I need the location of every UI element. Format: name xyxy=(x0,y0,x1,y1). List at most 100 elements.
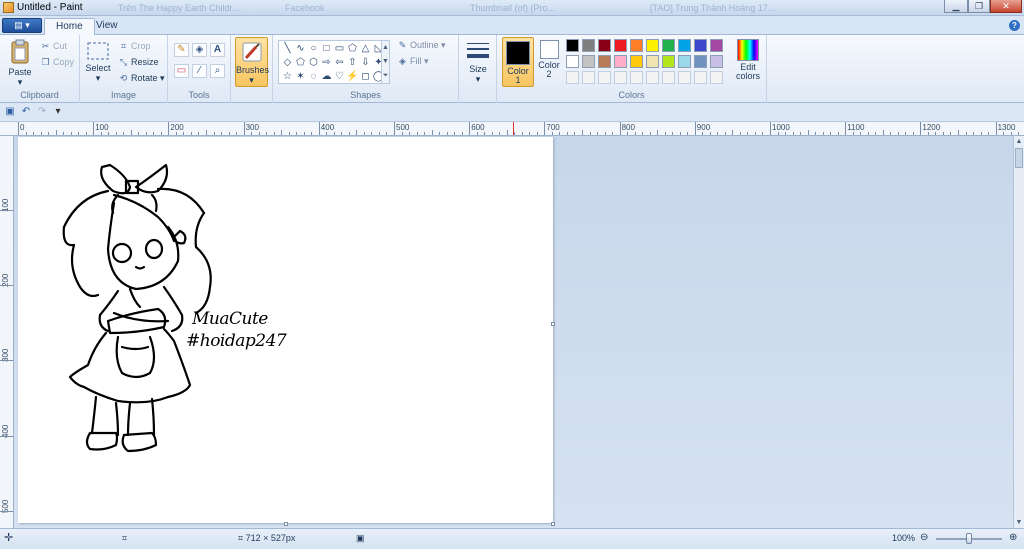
zoom-slider[interactable] xyxy=(936,533,1002,544)
color-swatch[interactable] xyxy=(566,71,579,84)
color-swatch[interactable] xyxy=(630,55,643,68)
color-swatch[interactable] xyxy=(598,39,611,52)
color-swatch[interactable] xyxy=(678,55,691,68)
color-2-button[interactable]: Color 2 xyxy=(535,40,563,79)
scroll-down-icon[interactable]: ▼ xyxy=(1014,517,1024,528)
shape-option[interactable]: ⇨ xyxy=(320,57,333,69)
shape-option[interactable]: ⬠ xyxy=(346,43,359,55)
scroll-up-icon[interactable]: ▲ xyxy=(1014,136,1024,147)
color-swatch[interactable] xyxy=(614,39,627,52)
color-1-button[interactable]: Color 1 xyxy=(502,37,534,87)
text-icon[interactable]: A xyxy=(210,43,225,57)
shape-option[interactable]: ○ xyxy=(307,43,320,55)
tab-view[interactable]: View xyxy=(85,18,129,35)
brushes-button[interactable]: Brushes ▾ xyxy=(235,37,269,87)
eraser-icon[interactable]: ▭ xyxy=(174,64,189,78)
shape-option[interactable]: ✶ xyxy=(294,71,307,83)
color-swatch[interactable] xyxy=(630,39,643,52)
shape-option[interactable]: ◌ xyxy=(307,71,320,83)
help-icon[interactable]: ? xyxy=(1009,20,1020,31)
fill-icon[interactable]: ◈ xyxy=(192,43,207,57)
color-swatch[interactable] xyxy=(566,39,579,52)
color-swatch[interactable] xyxy=(678,39,691,52)
shape-option[interactable]: ⬠ xyxy=(294,57,307,69)
canvas-resize-handle-corner[interactable] xyxy=(551,522,555,526)
shapes-gallery-scroll[interactable]: ▲ ▼ ⏷ xyxy=(381,41,389,83)
color-swatch[interactable] xyxy=(614,71,627,84)
paste-button[interactable]: Paste ▾ xyxy=(4,39,36,88)
minimize-button[interactable]: ▁ xyxy=(944,0,968,13)
rotate-button[interactable]: ⟲ Rotate ▾ xyxy=(118,73,165,84)
color-swatch[interactable] xyxy=(646,39,659,52)
shape-option[interactable]: □ xyxy=(320,43,333,55)
shape-option[interactable]: ◇ xyxy=(281,57,294,69)
size-button[interactable]: Size ▾ xyxy=(463,40,493,85)
color-swatch[interactable] xyxy=(662,55,675,68)
shape-option[interactable]: ╲ xyxy=(281,43,294,55)
zoom-out-icon[interactable]: ⊖ xyxy=(920,532,928,543)
undo-icon[interactable]: ↶ xyxy=(20,106,32,118)
redo-icon[interactable]: ↷ xyxy=(36,106,48,118)
shape-option[interactable]: ♡ xyxy=(333,71,346,83)
color-swatch[interactable] xyxy=(694,55,707,68)
color-swatch[interactable] xyxy=(630,71,643,84)
scroll-thumb[interactable] xyxy=(1015,148,1023,168)
color-swatch[interactable] xyxy=(710,55,723,68)
color-swatch[interactable] xyxy=(582,39,595,52)
paint-menu-button[interactable]: ▤ ▾ xyxy=(2,18,42,33)
maximize-button[interactable]: ❐ xyxy=(968,0,990,13)
color-swatch[interactable] xyxy=(662,39,675,52)
copy-button[interactable]: ❐ Copy xyxy=(40,57,74,68)
color-picker-icon[interactable]: ⁄ xyxy=(192,64,207,78)
canvas-resize-handle-bottom[interactable] xyxy=(284,522,288,526)
save-icon[interactable]: ▣ xyxy=(4,106,16,118)
color-swatch[interactable] xyxy=(710,39,723,52)
color-swatch[interactable] xyxy=(614,55,627,68)
customize-qat-icon[interactable]: ▾ xyxy=(52,106,64,118)
shape-option[interactable]: ☁ xyxy=(320,71,333,83)
cut-button[interactable]: ✂ Cut xyxy=(40,41,67,52)
color-swatch[interactable] xyxy=(598,71,611,84)
color-swatch[interactable] xyxy=(598,55,611,68)
outline-button[interactable]: ✎ Outline ▾ xyxy=(397,40,446,51)
color-swatch[interactable] xyxy=(646,71,659,84)
color-swatch[interactable] xyxy=(646,55,659,68)
color-swatch[interactable] xyxy=(694,39,707,52)
color-swatch[interactable] xyxy=(662,71,675,84)
resize-button[interactable]: ⤡ Resize xyxy=(118,57,159,68)
color-swatch[interactable] xyxy=(582,55,595,68)
color-swatch[interactable] xyxy=(694,71,707,84)
shape-option[interactable]: ⇧ xyxy=(346,57,359,69)
shape-option[interactable]: ⚡ xyxy=(346,71,359,83)
ruler-minor-tick xyxy=(762,132,764,135)
select-button[interactable]: Select ▾ xyxy=(85,41,111,84)
colors-group-label: Colors xyxy=(618,90,645,100)
crop-button[interactable]: ⌗ Crop xyxy=(118,41,151,52)
color-swatch[interactable] xyxy=(710,71,723,84)
pencil-icon[interactable]: ✎ xyxy=(174,43,189,57)
edit-colors-button[interactable]: Edit colors xyxy=(733,39,763,81)
shape-option[interactable]: ∿ xyxy=(294,43,307,55)
shape-option[interactable]: ▭ xyxy=(333,43,346,55)
drawing-canvas[interactable]: MuaCute #hoidap247 xyxy=(18,137,553,523)
shape-option[interactable]: ⬡ xyxy=(307,57,320,69)
color-swatch[interactable] xyxy=(566,55,579,68)
shape-option[interactable]: ⇩ xyxy=(359,57,372,69)
shapes-gallery[interactable]: ╲ ∿ ○ □ ▭ ⬠ △ ◺ ◇ ⬠ ⬡ ⇨ ⇦ ⇧ ⇩ ✦ ☆ ✶ ◌ ☁ ♡ ⚡ ◻ ◯ ▲ ▼ ⏷ xyxy=(278,40,390,84)
close-button[interactable]: ✕ xyxy=(990,0,1022,13)
canvas-resize-handle-right[interactable] xyxy=(551,322,555,326)
fill-button[interactable]: ◈ Fill ▾ xyxy=(397,56,429,67)
ruler-tick xyxy=(619,122,621,135)
color-swatch[interactable] xyxy=(582,71,595,84)
shape-option[interactable]: ⇦ xyxy=(333,57,346,69)
shape-option[interactable]: ☆ xyxy=(281,71,294,83)
magnifier-icon[interactable]: ⌕ xyxy=(210,64,225,78)
ruler-minor-tick xyxy=(897,132,899,135)
zoom-in-icon[interactable]: ⊕ xyxy=(1009,532,1017,543)
shape-option[interactable]: △ xyxy=(359,43,372,55)
color-swatch[interactable] xyxy=(678,71,691,84)
shape-option[interactable]: ◻ xyxy=(359,71,372,83)
vertical-scrollbar[interactable]: ▲ ▼ xyxy=(1013,136,1024,528)
rotate-icon: ⟲ xyxy=(119,73,128,83)
zoom-slider-thumb[interactable] xyxy=(966,533,972,544)
